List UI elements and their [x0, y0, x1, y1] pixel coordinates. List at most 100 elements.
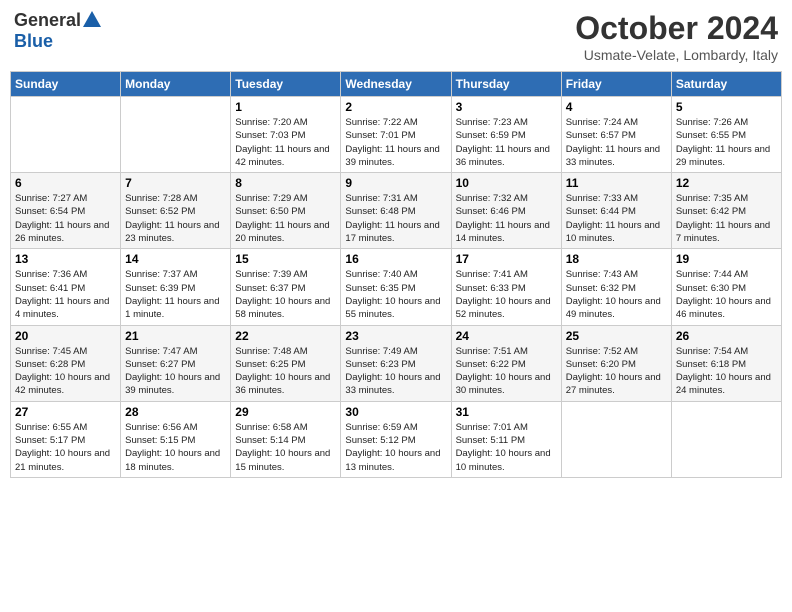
day-number: 20 [15, 329, 116, 343]
day-number: 1 [235, 100, 336, 114]
calendar-cell [121, 97, 231, 173]
day-number: 6 [15, 176, 116, 190]
calendar-cell: 20 Sunrise: 7:45 AM Sunset: 6:28 PM Dayli… [11, 325, 121, 401]
day-info: Sunrise: 7:33 AM Sunset: 6:44 PM Dayligh… [566, 192, 667, 245]
day-header-thursday: Thursday [451, 72, 561, 97]
day-header-monday: Monday [121, 72, 231, 97]
month-title: October 2024 [575, 10, 778, 47]
calendar-cell: 28 Sunrise: 6:56 AM Sunset: 5:15 PM Dayli… [121, 401, 231, 477]
calendar-cell: 15 Sunrise: 7:39 AM Sunset: 6:37 PM Dayli… [231, 249, 341, 325]
calendar-cell: 29 Sunrise: 6:58 AM Sunset: 5:14 PM Dayli… [231, 401, 341, 477]
calendar-cell: 23 Sunrise: 7:49 AM Sunset: 6:23 PM Dayli… [341, 325, 451, 401]
day-number: 17 [456, 252, 557, 266]
day-number: 26 [676, 329, 777, 343]
day-info: Sunrise: 7:45 AM Sunset: 6:28 PM Dayligh… [15, 345, 116, 398]
day-info: Sunrise: 7:26 AM Sunset: 6:55 PM Dayligh… [676, 116, 777, 169]
calendar-table: SundayMondayTuesdayWednesdayThursdayFrid… [10, 71, 782, 478]
calendar-cell: 31 Sunrise: 7:01 AM Sunset: 5:11 PM Dayli… [451, 401, 561, 477]
day-number: 10 [456, 176, 557, 190]
day-header-sunday: Sunday [11, 72, 121, 97]
day-info: Sunrise: 6:55 AM Sunset: 5:17 PM Dayligh… [15, 421, 116, 474]
day-info: Sunrise: 7:41 AM Sunset: 6:33 PM Dayligh… [456, 268, 557, 321]
calendar-cell [671, 401, 781, 477]
day-number: 3 [456, 100, 557, 114]
calendar-cell [11, 97, 121, 173]
day-number: 15 [235, 252, 336, 266]
title-area: October 2024 Usmate-Velate, Lombardy, It… [575, 10, 778, 63]
calendar-cell: 9Sunrise: 7:31 AM Sunset: 6:48 PM Daylig… [341, 173, 451, 249]
calendar-cell [561, 401, 671, 477]
day-info: Sunrise: 6:59 AM Sunset: 5:12 PM Dayligh… [345, 421, 446, 474]
day-number: 2 [345, 100, 446, 114]
day-header-friday: Friday [561, 72, 671, 97]
day-info: Sunrise: 7:47 AM Sunset: 6:27 PM Dayligh… [125, 345, 226, 398]
day-info: Sunrise: 7:39 AM Sunset: 6:37 PM Dayligh… [235, 268, 336, 321]
day-header-wednesday: Wednesday [341, 72, 451, 97]
day-number: 8 [235, 176, 336, 190]
day-info: Sunrise: 7:24 AM Sunset: 6:57 PM Dayligh… [566, 116, 667, 169]
calendar-cell: 4 Sunrise: 7:24 AM Sunset: 6:57 PM Daylig… [561, 97, 671, 173]
day-number: 27 [15, 405, 116, 419]
day-number: 4 [566, 100, 667, 114]
calendar-cell: 12 Sunrise: 7:35 AM Sunset: 6:42 PM Dayli… [671, 173, 781, 249]
calendar-cell: 7 Sunrise: 7:28 AM Sunset: 6:52 PM Daylig… [121, 173, 231, 249]
day-number: 21 [125, 329, 226, 343]
page-header: General Blue October 2024 Usmate-Velate,… [10, 10, 782, 63]
day-number: 24 [456, 329, 557, 343]
day-info: Sunrise: 7:51 AM Sunset: 6:22 PM Dayligh… [456, 345, 557, 398]
day-info: Sunrise: 7:27 AM Sunset: 6:54 PM Dayligh… [15, 192, 116, 245]
logo-blue: Blue [14, 31, 53, 52]
calendar-cell: 19 Sunrise: 7:44 AM Sunset: 6:30 PM Dayli… [671, 249, 781, 325]
calendar-cell: 22 Sunrise: 7:48 AM Sunset: 6:25 PM Dayli… [231, 325, 341, 401]
calendar-week-row: 20 Sunrise: 7:45 AM Sunset: 6:28 PM Dayli… [11, 325, 782, 401]
day-number: 11 [566, 176, 667, 190]
day-info: Sunrise: 7:52 AM Sunset: 6:20 PM Dayligh… [566, 345, 667, 398]
calendar-cell: 30 Sunrise: 6:59 AM Sunset: 5:12 PM Dayli… [341, 401, 451, 477]
day-number: 19 [676, 252, 777, 266]
day-number: 30 [345, 405, 446, 419]
day-info: Sunrise: 7:36 AM Sunset: 6:41 PM Dayligh… [15, 268, 116, 321]
day-info: Sunrise: 7:40 AM Sunset: 6:35 PM Dayligh… [345, 268, 446, 321]
day-info: Sunrise: 7:20 AM Sunset: 7:03 PM Dayligh… [235, 116, 336, 169]
day-number: 18 [566, 252, 667, 266]
calendar-cell: 11 Sunrise: 7:33 AM Sunset: 6:44 PM Dayli… [561, 173, 671, 249]
day-number: 16 [345, 252, 446, 266]
calendar-week-row: 1 Sunrise: 7:20 AM Sunset: 7:03 PM Daylig… [11, 97, 782, 173]
calendar-cell: 2Sunrise: 7:22 AM Sunset: 7:01 PM Daylig… [341, 97, 451, 173]
calendar-cell: 27 Sunrise: 6:55 AM Sunset: 5:17 PM Dayli… [11, 401, 121, 477]
day-info: Sunrise: 6:58 AM Sunset: 5:14 PM Dayligh… [235, 421, 336, 474]
calendar-cell: 3 Sunrise: 7:23 AM Sunset: 6:59 PM Daylig… [451, 97, 561, 173]
day-info: Sunrise: 7:01 AM Sunset: 5:11 PM Dayligh… [456, 421, 557, 474]
calendar-cell: 26 Sunrise: 7:54 AM Sunset: 6:18 PM Dayli… [671, 325, 781, 401]
day-number: 29 [235, 405, 336, 419]
day-number: 7 [125, 176, 226, 190]
day-info: Sunrise: 6:56 AM Sunset: 5:15 PM Dayligh… [125, 421, 226, 474]
day-info: Sunrise: 7:35 AM Sunset: 6:42 PM Dayligh… [676, 192, 777, 245]
day-info: Sunrise: 7:29 AM Sunset: 6:50 PM Dayligh… [235, 192, 336, 245]
day-info: Sunrise: 7:23 AM Sunset: 6:59 PM Dayligh… [456, 116, 557, 169]
calendar-cell: 14 Sunrise: 7:37 AM Sunset: 6:39 PM Dayli… [121, 249, 231, 325]
calendar-cell: 10Sunrise: 7:32 AM Sunset: 6:46 PM Dayli… [451, 173, 561, 249]
day-number: 31 [456, 405, 557, 419]
day-number: 13 [15, 252, 116, 266]
day-number: 9 [345, 176, 446, 190]
day-info: Sunrise: 7:44 AM Sunset: 6:30 PM Dayligh… [676, 268, 777, 321]
day-header-tuesday: Tuesday [231, 72, 341, 97]
calendar-cell: 8 Sunrise: 7:29 AM Sunset: 6:50 PM Daylig… [231, 173, 341, 249]
day-number: 14 [125, 252, 226, 266]
calendar-cell: 6 Sunrise: 7:27 AM Sunset: 6:54 PM Daylig… [11, 173, 121, 249]
day-info: Sunrise: 7:48 AM Sunset: 6:25 PM Dayligh… [235, 345, 336, 398]
calendar-week-row: 27 Sunrise: 6:55 AM Sunset: 5:17 PM Dayli… [11, 401, 782, 477]
day-info: Sunrise: 7:28 AM Sunset: 6:52 PM Dayligh… [125, 192, 226, 245]
day-number: 23 [345, 329, 446, 343]
calendar-header-row: SundayMondayTuesdayWednesdayThursdayFrid… [11, 72, 782, 97]
day-info: Sunrise: 7:49 AM Sunset: 6:23 PM Dayligh… [345, 345, 446, 398]
day-number: 28 [125, 405, 226, 419]
day-info: Sunrise: 7:54 AM Sunset: 6:18 PM Dayligh… [676, 345, 777, 398]
logo-icon [83, 11, 101, 27]
day-number: 22 [235, 329, 336, 343]
day-number: 12 [676, 176, 777, 190]
calendar-cell: 5 Sunrise: 7:26 AM Sunset: 6:55 PM Daylig… [671, 97, 781, 173]
day-info: Sunrise: 7:37 AM Sunset: 6:39 PM Dayligh… [125, 268, 226, 321]
day-number: 5 [676, 100, 777, 114]
